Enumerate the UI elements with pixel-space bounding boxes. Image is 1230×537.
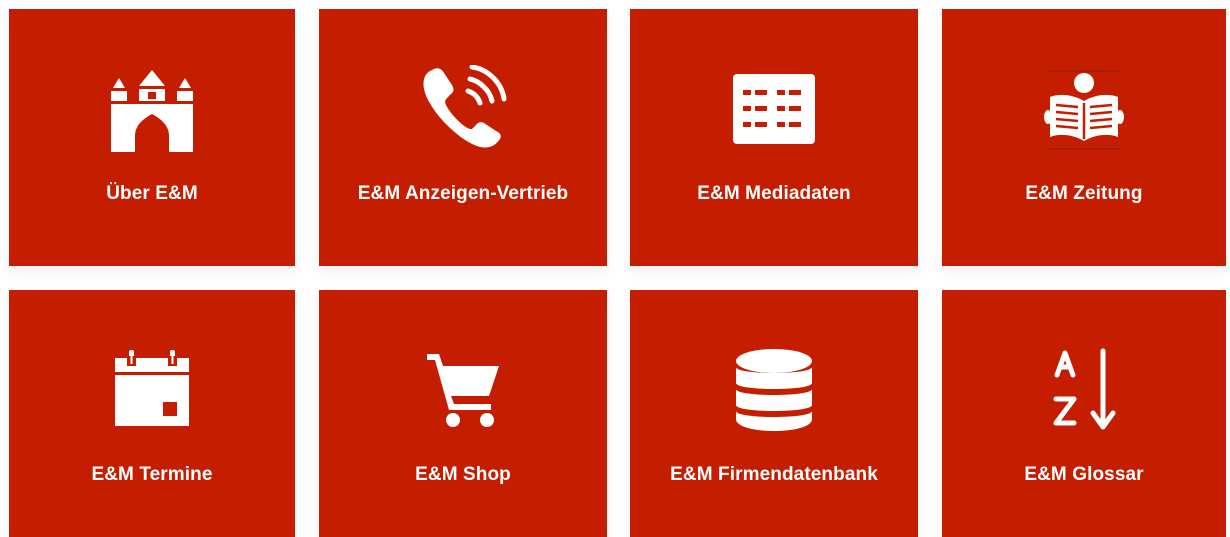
navigation-tile-grid: Über E&M E&M Anzeigen-Vertrieb E&M Media… bbox=[0, 0, 1230, 537]
tile-label: Über E&M bbox=[106, 183, 198, 204]
tile-anzeigen-vertrieb[interactable]: E&M Anzeigen-Vertrieb bbox=[319, 9, 607, 266]
tile-label: E&M Termine bbox=[91, 464, 213, 485]
shopping-cart-icon bbox=[413, 340, 513, 440]
tile-termine[interactable]: E&M Termine bbox=[9, 290, 295, 537]
tile-label: E&M Shop bbox=[415, 464, 511, 485]
sort-alpha-icon bbox=[1034, 340, 1134, 440]
tile-mediadaten[interactable]: E&M Mediadaten bbox=[630, 9, 918, 266]
castle-icon bbox=[102, 59, 202, 159]
tile-label: E&M Mediadaten bbox=[697, 183, 851, 204]
tile-glossar[interactable]: E&M Glossar bbox=[942, 290, 1226, 537]
database-icon bbox=[724, 340, 824, 440]
phone-icon bbox=[413, 59, 513, 159]
tile-shop[interactable]: E&M Shop bbox=[319, 290, 607, 537]
tile-firmendatenbank[interactable]: E&M Firmendatenbank bbox=[630, 290, 918, 537]
tile-ueber-em[interactable]: Über E&M bbox=[9, 9, 295, 266]
tile-label: E&M Zeitung bbox=[1025, 183, 1143, 204]
tile-label: E&M Firmendatenbank bbox=[670, 464, 878, 485]
calendar-icon bbox=[102, 340, 202, 440]
tile-label: E&M Glossar bbox=[1024, 464, 1144, 485]
tile-zeitung[interactable]: E&M Zeitung bbox=[942, 9, 1226, 266]
list-table-icon bbox=[724, 59, 824, 159]
tile-label: E&M Anzeigen-Vertrieb bbox=[357, 183, 569, 204]
newspaper-reader-icon bbox=[1034, 59, 1134, 159]
